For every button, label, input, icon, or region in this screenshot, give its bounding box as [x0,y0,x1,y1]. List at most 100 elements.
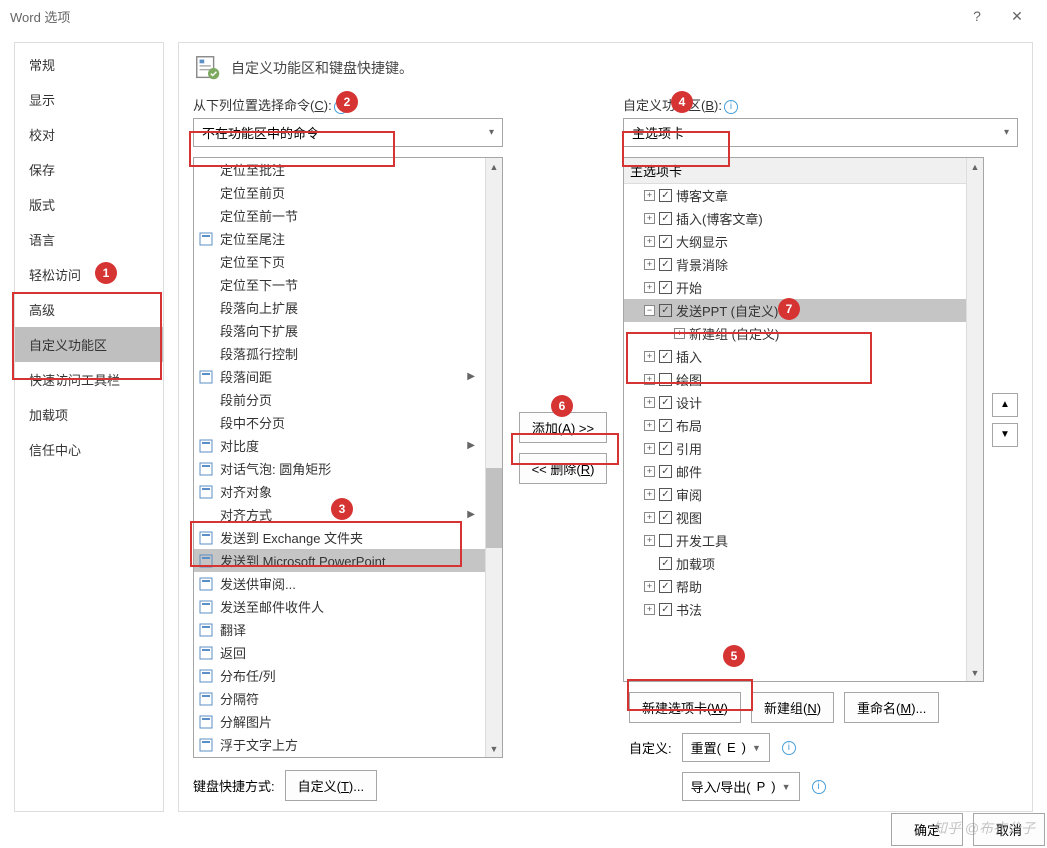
command-item[interactable]: 定位至下页 [194,250,485,273]
new-group-button[interactable]: 新建组(N) [751,692,834,723]
rename-button[interactable]: 重命名(M)... [844,692,939,723]
checkbox[interactable]: ✓ [659,557,672,570]
sidebar-item[interactable]: 显示 [15,82,163,117]
help-button[interactable]: ? [957,8,997,24]
command-item[interactable]: 发送到 Microsoft PowerPoint [194,549,485,572]
checkbox[interactable]: ✓ [659,281,672,294]
tree-item[interactable]: +✓邮件 [624,460,966,483]
command-item[interactable]: 发送至邮件收件人 [194,595,485,618]
command-item[interactable]: 发送供审阅... [194,572,485,595]
sidebar-item[interactable]: 加载项 [15,397,163,432]
expand-icon[interactable]: + [644,604,655,615]
tree-item[interactable]: +✓博客文章 [624,184,966,207]
new-tab-button[interactable]: 新建选项卡(W) [629,692,741,723]
expand-icon[interactable]: + [674,328,685,339]
sidebar-item[interactable]: 保存 [15,152,163,187]
checkbox[interactable]: ✓ [659,419,672,432]
command-item[interactable]: 段落向下扩展 [194,319,485,342]
tree-item[interactable]: +✓布局 [624,414,966,437]
command-item[interactable]: 段前分页 [194,388,485,411]
tree-item[interactable]: +✓开始 [624,276,966,299]
expand-icon[interactable]: + [644,581,655,592]
expand-icon[interactable]: + [644,466,655,477]
tree-item[interactable]: +✓书法 [624,598,966,621]
command-item[interactable]: 段落孤行控制 [194,342,485,365]
tree-item[interactable]: +✓引用 [624,437,966,460]
command-item[interactable]: 定位至尾注 [194,227,485,250]
remove-button[interactable]: << 删除(R) [519,453,608,484]
import-export-dropdown[interactable]: 导入/导出(P)▼ [682,772,800,801]
expand-icon[interactable]: + [644,190,655,201]
command-item[interactable]: 分解图片 [194,710,485,733]
checkbox[interactable]: ✓ [659,488,672,501]
checkbox[interactable]: ✓ [659,442,672,455]
scroll-thumb[interactable] [486,468,502,548]
commands-from-dropdown[interactable]: 不在功能区中的命令▾ [193,118,503,147]
checkbox[interactable]: ✓ [659,465,672,478]
expand-icon[interactable]: + [644,236,655,247]
tree-item[interactable]: +✓背景消除 [624,253,966,276]
expand-icon[interactable]: + [644,420,655,431]
expand-icon[interactable]: + [644,374,655,385]
command-item[interactable]: 定位至批注 [194,158,485,181]
checkbox[interactable] [659,373,672,386]
tree-item[interactable]: ✓加载项 [624,552,966,575]
checkbox[interactable]: ✓ [659,304,672,317]
expand-icon[interactable]: + [644,351,655,362]
customize-kbd-button[interactable]: 自定义(T)... [285,770,377,801]
command-item[interactable]: 定位至前一节 [194,204,485,227]
tree-item[interactable]: +✓插入 [624,345,966,368]
sidebar-item[interactable]: 信任中心 [15,432,163,467]
scroll-up-icon[interactable]: ▲ [967,158,983,175]
cancel-button[interactable]: 取消 [973,813,1045,846]
checkbox[interactable]: ✓ [659,258,672,271]
command-item[interactable]: 定位至前页 [194,181,485,204]
checkbox[interactable]: ✓ [659,580,672,593]
expand-icon[interactable]: + [644,397,655,408]
scroll-up-icon[interactable]: ▲ [486,158,502,175]
checkbox[interactable]: ✓ [659,603,672,616]
tree-item[interactable]: +✓插入(博客文章) [624,207,966,230]
close-button[interactable]: ✕ [997,8,1037,25]
expand-icon[interactable]: + [644,489,655,500]
info-icon[interactable]: i [724,100,738,114]
command-item[interactable]: 对话气泡: 圆角矩形 [194,457,485,480]
sidebar-item[interactable]: 快速访问工具栏 [15,362,163,397]
info-icon[interactable]: i [782,741,796,755]
tree-item[interactable]: +开发工具 [624,529,966,552]
sidebar-item[interactable]: 轻松访问 [15,257,163,292]
scrollbar[interactable]: ▲ ▼ [485,158,502,757]
scroll-down-icon[interactable]: ▼ [967,664,983,681]
tree-item[interactable]: +✓设计 [624,391,966,414]
expand-icon[interactable]: + [644,443,655,454]
expand-icon[interactable]: + [644,259,655,270]
sidebar-item[interactable]: 自定义功能区 [15,327,163,362]
checkbox[interactable]: ✓ [659,350,672,363]
expand-icon[interactable]: + [644,282,655,293]
checkbox[interactable] [659,534,672,547]
command-item[interactable]: 段中不分页 [194,411,485,434]
checkbox[interactable]: ✓ [659,189,672,202]
ribbon-scope-dropdown[interactable]: 主选项卡▾ [623,118,1018,147]
reset-dropdown[interactable]: 重置(E)▼ [682,733,770,762]
tree-item[interactable]: +✓帮助 [624,575,966,598]
tree-child-item[interactable]: +新建组 (自定义) [624,322,966,345]
tree-item[interactable]: +绘图 [624,368,966,391]
expand-icon[interactable]: + [644,512,655,523]
checkbox[interactable]: ✓ [659,396,672,409]
command-item[interactable]: 分布任/列 [194,664,485,687]
command-item[interactable]: 定位至下一节 [194,273,485,296]
command-item[interactable]: 段落间距▶ [194,365,485,388]
command-item[interactable]: 返回 [194,641,485,664]
sidebar-item[interactable]: 校对 [15,117,163,152]
expand-icon[interactable]: + [644,213,655,224]
command-item[interactable]: 翻译 [194,618,485,641]
command-item[interactable]: 浮于文字上方 [194,733,485,756]
info-icon[interactable]: i [812,780,826,794]
checkbox[interactable]: ✓ [659,511,672,524]
command-item[interactable]: 段落向上扩展 [194,296,485,319]
tree-item[interactable]: +✓视图 [624,506,966,529]
sidebar-item[interactable]: 版式 [15,187,163,222]
scroll-down-icon[interactable]: ▼ [486,740,502,757]
commands-listbox[interactable]: 定位至批注定位至前页定位至前一节定位至尾注定位至下页定位至下一节段落向上扩展段落… [193,157,503,758]
